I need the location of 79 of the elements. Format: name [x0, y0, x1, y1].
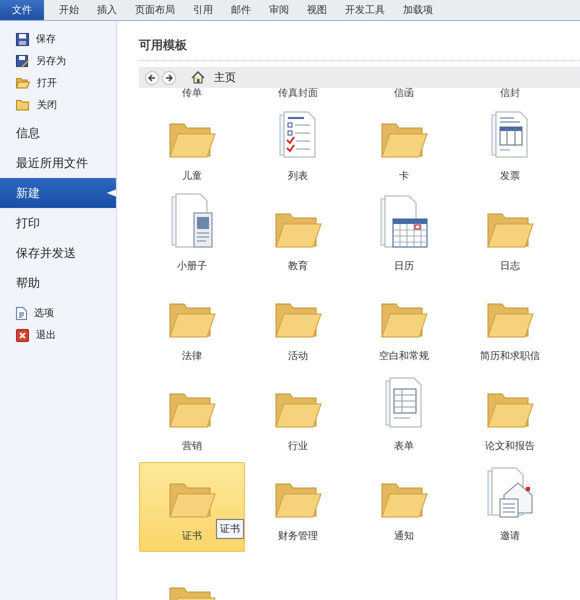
- checklist-document-icon: [278, 111, 318, 159]
- ribbon-tab[interactable]: 审阅: [260, 0, 298, 20]
- template-tile[interactable]: 简历和求职信: [457, 282, 563, 372]
- template-tile[interactable]: 论文和报告: [457, 372, 563, 462]
- envelope-document-icon: [486, 467, 534, 519]
- template-tile[interactable]: 表单: [351, 372, 457, 462]
- template-tile[interactable]: 营销: [139, 372, 245, 462]
- menu-item[interactable]: 选项: [0, 302, 116, 324]
- booklet-document-icon: [170, 193, 214, 249]
- template-tile[interactable]: 空白和常规: [351, 282, 457, 372]
- ribbon-tab[interactable]: 引用: [184, 0, 222, 20]
- ribbon-tab[interactable]: 开始: [50, 0, 88, 20]
- folder-icon: [168, 301, 216, 339]
- template-tile[interactable]: 日历: [351, 192, 457, 282]
- ribbon-tab[interactable]: 视图: [298, 0, 336, 20]
- menu-item[interactable]: 新建: [0, 178, 116, 208]
- ribbon-tab[interactable]: 文件: [0, 0, 44, 20]
- template-tile[interactable]: 日志: [457, 192, 563, 282]
- folder-icon: [274, 481, 322, 519]
- section-title: 可用模板: [139, 21, 580, 61]
- template-tile[interactable]: 小册子: [139, 192, 245, 282]
- close-icon: [16, 328, 29, 342]
- menu-item[interactable]: 打印: [0, 208, 116, 238]
- template-tile[interactable]: 卡: [351, 102, 457, 192]
- template-tile[interactable]: 法律: [139, 282, 245, 372]
- menu-item[interactable]: 最近所用文件: [0, 148, 116, 178]
- back-button[interactable]: [145, 70, 159, 84]
- menu-item[interactable]: 帮助: [0, 268, 116, 298]
- left-arrow-icon: [148, 74, 156, 82]
- table-document-icon: [490, 111, 530, 159]
- folder-icon: [168, 121, 216, 159]
- template-label: 信函: [394, 89, 414, 101]
- menu-item[interactable]: 保存并发送: [0, 238, 116, 268]
- template-label: 信封: [500, 89, 520, 101]
- template-label: 传单: [182, 89, 202, 101]
- menu-item[interactable]: 退出: [0, 324, 116, 346]
- template-label: 传真封面: [278, 89, 318, 101]
- template-tile[interactable]: 发票: [457, 102, 563, 192]
- menu-item[interactable]: 打开: [0, 72, 116, 94]
- breadcrumb-link[interactable]: 主页: [214, 70, 236, 85]
- folder-icon: [274, 391, 322, 429]
- folder-icon: [380, 121, 428, 159]
- ribbon-tab[interactable]: 邮件: [222, 0, 260, 20]
- calendar-document-icon: [379, 195, 429, 249]
- template-tile[interactable]: 财务管理: [245, 462, 351, 552]
- menu-item[interactable]: 保存: [0, 28, 116, 50]
- ribbon-tab[interactable]: 开发工具: [336, 0, 394, 20]
- tooltip: 证书: [216, 519, 244, 539]
- forward-button[interactable]: [162, 70, 176, 84]
- menu-item[interactable]: 关闭: [0, 94, 116, 116]
- template-tile[interactable]: 证书 证书: [139, 462, 245, 552]
- folder-icon: [486, 211, 534, 249]
- template-tile[interactable]: 儿童: [139, 102, 245, 192]
- folder-icon: [168, 391, 216, 429]
- template-tile[interactable]: 列表: [245, 102, 351, 192]
- folder-icon: [16, 99, 30, 111]
- document-icon: [16, 306, 27, 320]
- ribbon-tab[interactable]: 加载项: [394, 0, 442, 20]
- template-tile[interactable]: 教育: [245, 192, 351, 282]
- floppy-pencil-icon: [16, 54, 29, 68]
- folder-icon: [486, 301, 534, 339]
- folder-icon: [274, 301, 322, 339]
- form-document-icon: [384, 377, 424, 429]
- template-tile[interactable]: 行业: [245, 372, 351, 462]
- menu-item[interactable]: 另存为: [0, 50, 116, 72]
- template-tile[interactable]: 通知: [351, 462, 457, 552]
- right-arrow-icon: [165, 74, 173, 82]
- folder-icon: [380, 301, 428, 339]
- open-folder-icon: [16, 77, 30, 89]
- menu-item[interactable]: 信息: [0, 118, 116, 148]
- folder-icon: [168, 481, 216, 519]
- template-tile[interactable]: 邀请: [457, 462, 563, 552]
- home-icon: [191, 71, 205, 84]
- folder-icon: [486, 391, 534, 429]
- ribbon-tab[interactable]: 插入: [88, 0, 126, 20]
- template-tile[interactable]: 活动: [245, 282, 351, 372]
- folder-icon: [274, 211, 322, 249]
- ribbon-tab[interactable]: 页面布局: [126, 0, 184, 20]
- folder-icon: [380, 481, 428, 519]
